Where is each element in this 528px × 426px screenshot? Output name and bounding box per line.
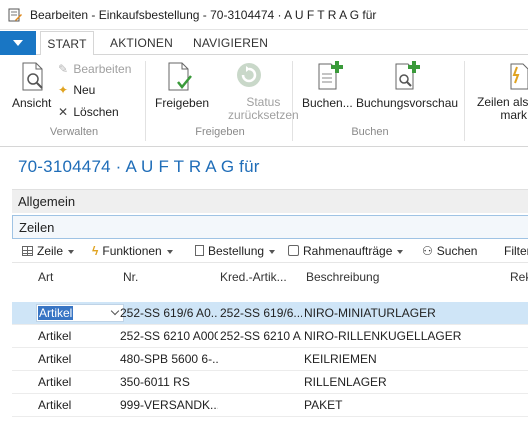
- loeschen-label: Löschen: [73, 105, 119, 119]
- art-dropdown[interactable]: Artikel: [36, 304, 124, 322]
- table-row[interactable]: Artikel 252-SS 619/6 A0... 252-SS 619/6.…: [12, 302, 528, 325]
- tab-navigieren[interactable]: NAVIGIEREN: [193, 31, 268, 55]
- cell-kred-artik[interactable]: 252-SS 619/6...: [220, 306, 302, 320]
- cell-nr[interactable]: 350-6011 RS: [120, 375, 218, 389]
- section-allgemein[interactable]: Allgemein: [12, 189, 528, 213]
- loeschen-button[interactable]: ✕ Löschen: [58, 105, 119, 119]
- ribbon-tabbar: START AKTIONEN NAVIGIEREN: [0, 31, 528, 56]
- table-row[interactable]: Artikel 480-SPB 5600 6-... KEILRIEMEN: [12, 348, 528, 371]
- cell-beschreibung[interactable]: NIRO-MINIATURLAGER: [304, 306, 514, 320]
- cell-art[interactable]: Artikel: [38, 398, 71, 412]
- delete-x-icon: ✕: [58, 105, 69, 119]
- zeilen-markieren-label: Zeilen als mark: [477, 96, 528, 122]
- cell-art[interactable]: Artikel: [38, 352, 71, 366]
- cell-kred-artik[interactable]: 252-SS 6210 A...: [220, 329, 302, 343]
- suchen-label: Suchen: [436, 244, 478, 258]
- ribbon-separator: [464, 61, 465, 141]
- chevron-down-icon[interactable]: [110, 306, 120, 316]
- table-row[interactable]: Artikel 252-SS 6210 A000 252-SS 6210 A..…: [12, 325, 528, 348]
- table-row[interactable]: Artikel 999-VERSANDK... PAKET: [12, 394, 528, 417]
- column-headers: Art Nr. Kred.-Artik... Beschreibung Rek: [12, 264, 528, 292]
- caret-down-icon: [397, 249, 404, 254]
- table-row[interactable]: Artikel 350-6011 RS RILLENLAGER: [12, 371, 528, 394]
- lightning-icon: ϟ: [92, 244, 99, 258]
- bearbeiten-button[interactable]: ✎ Bearbeiten: [58, 62, 131, 76]
- column-header-rek[interactable]: Rek: [510, 270, 528, 284]
- column-header-beschreibung[interactable]: Beschreibung: [306, 270, 379, 284]
- funktionen-label: Funktionen: [102, 244, 162, 258]
- group-freigeben-label: Freigeben: [195, 126, 245, 138]
- cell-art[interactable]: Artikel: [38, 329, 71, 343]
- document-icon: [195, 245, 204, 256]
- page-title: 70-3104474 · A U F T R A G für: [18, 157, 260, 176]
- view-document-icon: [22, 62, 43, 91]
- tab-start[interactable]: START: [40, 31, 94, 56]
- suchen-button[interactable]: ⚇ Suchen: [422, 244, 477, 258]
- chevron-down-icon: [13, 40, 23, 46]
- status-label-line2: zurücksetzen: [228, 108, 299, 122]
- cell-beschreibung[interactable]: PAKET: [304, 398, 514, 412]
- column-header-kred-artik[interactable]: Kred.-Artik...: [220, 270, 287, 284]
- cell-nr[interactable]: 480-SPB 5600 6-...: [120, 352, 218, 366]
- cell-nr[interactable]: 252-SS 6210 A000: [120, 329, 218, 343]
- pencil-icon: ✎: [58, 62, 69, 76]
- zeile-label: Zeile: [37, 244, 64, 258]
- cell-nr[interactable]: 999-VERSANDK...: [120, 398, 218, 412]
- funktionen-menu[interactable]: ϟ Funktionen: [92, 244, 173, 258]
- zeilen-label-line1: Zeilen als: [477, 95, 528, 109]
- reopen-icon: [237, 63, 261, 87]
- column-header-art[interactable]: Art: [38, 270, 53, 284]
- caret-down-icon: [68, 249, 75, 254]
- lines-icon: [510, 63, 528, 90]
- blanket-order-icon: [288, 245, 299, 256]
- cell-art[interactable]: Artikel: [38, 375, 71, 389]
- cell-beschreibung[interactable]: KEILRIEMEN: [304, 352, 514, 366]
- neu-button[interactable]: ✦ Neu: [58, 83, 95, 97]
- ribbon: Ansicht ✎ Bearbeiten ✦ Neu ✕ Löschen Ver…: [0, 55, 528, 147]
- caret-down-icon: [166, 249, 173, 254]
- zeilen-label-line2: mark: [500, 108, 528, 122]
- column-header-nr[interactable]: Nr.: [123, 270, 138, 284]
- window-titlebar: Bearbeiten - Einkaufsbestellung - 70-310…: [0, 0, 528, 30]
- bestellung-menu[interactable]: Bestellung: [195, 244, 276, 258]
- document-edit-icon: [8, 8, 22, 22]
- grid-icon: [22, 246, 33, 256]
- binoculars-icon: ⚇: [422, 244, 433, 258]
- filter-button[interactable]: Filter: [504, 244, 528, 258]
- freigeben-label: Freigeben: [155, 96, 210, 110]
- tab-aktionen[interactable]: AKTIONEN: [110, 31, 173, 55]
- window-title: Bearbeiten - Einkaufsbestellung - 70-310…: [30, 8, 377, 22]
- application-menu-button[interactable]: [0, 31, 36, 55]
- ansicht-label: Ansicht: [12, 96, 52, 110]
- ribbon-separator: [145, 61, 146, 141]
- zeile-menu[interactable]: Zeile: [22, 244, 75, 258]
- section-zeilen[interactable]: Zeilen: [12, 215, 528, 239]
- status-label-line1: Status: [246, 95, 281, 109]
- new-star-icon: ✦: [58, 83, 69, 97]
- cell-beschreibung[interactable]: NIRO-RILLENKUGELLAGER: [304, 329, 514, 343]
- group-verwalten-label: Verwalten: [49, 126, 99, 138]
- status-zuruecksetzen-label: Status zurücksetzen: [228, 96, 299, 122]
- cell-beschreibung[interactable]: RILLENLAGER: [304, 375, 514, 389]
- rahmenauftraege-label: Rahmenaufträge: [303, 244, 393, 258]
- buchen-label: Buchen...: [302, 96, 353, 110]
- post-preview-icon: [395, 61, 420, 90]
- caret-down-icon: [269, 249, 276, 254]
- cell-nr[interactable]: 252-SS 619/6 A0...: [120, 306, 218, 320]
- bestellung-label: Bestellung: [208, 244, 265, 258]
- art-value: Artikel: [38, 306, 74, 320]
- ribbon-separator: [292, 61, 293, 141]
- neu-label: Neu: [73, 83, 96, 97]
- buchungsvorschau-label: Buchungsvorschau: [356, 96, 459, 110]
- post-icon: [318, 61, 343, 90]
- group-buchen-label: Buchen: [351, 126, 389, 138]
- lines-toolbar: Zeile ϟ Funktionen Bestellung Rahmenauftr…: [12, 239, 528, 263]
- release-document-icon: [168, 62, 192, 91]
- rahmenauftraege-menu[interactable]: Rahmenaufträge: [288, 244, 404, 258]
- bearbeiten-label: Bearbeiten: [73, 62, 132, 76]
